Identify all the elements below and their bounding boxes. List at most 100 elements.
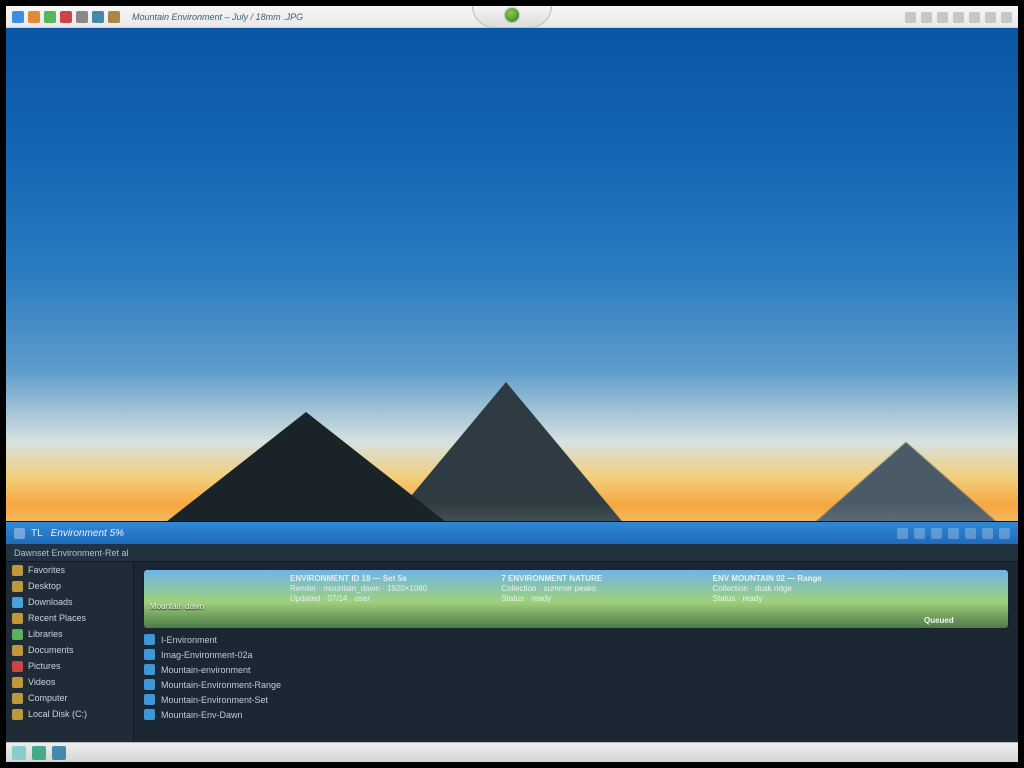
file-icon [144,679,155,690]
file-row[interactable]: Mountain-Environment-Set [144,692,394,707]
file-name: Mountain-Environment-Set [161,695,268,705]
titlebar-center-tab[interactable] [472,6,552,28]
explorer-titlebar[interactable]: TL Environment 5% [6,522,1018,544]
file-icon [144,649,155,660]
tool-icon[interactable] [914,528,925,539]
minimize-icon[interactable] [965,528,976,539]
breadcrumb-text: Dawnset Environment-Ret al [14,548,129,558]
taskbar-pin[interactable] [32,746,46,760]
explorer-body: Favorites Desktop Downloads Recent Place… [6,562,1018,742]
nav-item[interactable]: Pictures [6,658,133,674]
nav-label: Computer [28,693,68,703]
card-line: Status · ready [501,594,690,604]
nav-item[interactable]: Computer [6,690,133,706]
explorer-content: Mountain dawn ENVIRONMENT ID 18 — Set 5a… [134,562,1018,742]
doc-icon [12,645,23,656]
explorer-window: TL Environment 5% Dawnset Environment-Re… [6,522,1018,742]
file-icon [144,634,155,645]
nav-item[interactable]: Recent Places [6,610,133,626]
video-icon [12,677,23,688]
file-list: I-Environment Imag-Environment-02a Mount… [144,632,394,722]
titlebar-icon-row [12,11,120,23]
tray-icon[interactable] [953,12,964,23]
window-title: Mountain Environment – July / 18mm .JPG [132,12,303,22]
nav-label: Favorites [28,565,65,575]
nav-label: Libraries [28,629,63,639]
file-name: Imag-Environment-02a [161,650,253,660]
folder-icon [12,581,23,592]
nav-label: Desktop [28,581,61,591]
nav-item[interactable]: Local Disk (C:) [6,706,133,722]
tool-icon[interactable] [948,528,959,539]
toolbar-icon[interactable] [60,11,72,23]
toolbar-icon[interactable] [108,11,120,23]
card-line: Updated · 07/14 · user [290,594,479,604]
toolbar-icon[interactable] [44,11,56,23]
file-name: Mountain-Environment-Range [161,680,281,690]
nav-item[interactable]: Documents [6,642,133,658]
file-name: Mountain-Env-Dawn [161,710,243,720]
file-row[interactable]: Mountain-Environment-Range [144,677,394,692]
card-heading: ENVIRONMENT ID 18 — Set 5a [290,574,479,584]
file-row[interactable]: Mountain-Env-Dawn [144,707,394,722]
thumbnail-caption: Mountain dawn [150,602,204,612]
nav-item[interactable]: Favorites [6,562,133,578]
computer-icon [12,693,23,704]
nav-item[interactable]: Videos [6,674,133,690]
card-line: Collection · dusk ridge [713,584,902,594]
file-name: I-Environment [161,635,217,645]
folder-icon [14,528,25,539]
os-taskbar [6,742,1018,762]
explorer-title-prefix: TL [31,528,43,539]
tool-icon[interactable] [931,528,942,539]
clock-icon [12,613,23,624]
file-row[interactable]: Mountain-environment [144,662,394,677]
taskbar-pin[interactable] [52,746,66,760]
nav-item[interactable]: Desktop [6,578,133,594]
tool-icon[interactable] [897,528,908,539]
image-icon [12,661,23,672]
toolbar-icon[interactable] [28,11,40,23]
nav-label: Recent Places [28,613,86,623]
tray-icon[interactable] [921,12,932,23]
tray-icon[interactable] [905,12,916,23]
window-titlebar: Mountain Environment – July / 18mm .JPG [6,6,1018,28]
disk-icon [12,709,23,720]
card-line: Status · ready [713,594,902,604]
app-icon[interactable] [12,11,24,23]
explorer-title: Environment 5% [51,528,124,539]
preview-thumbnail-card[interactable]: Mountain dawn [144,570,274,616]
explorer-navpane: Favorites Desktop Downloads Recent Place… [6,562,134,742]
nav-label: Local Disk (C:) [28,709,87,719]
library-icon [12,629,23,640]
close-icon[interactable] [999,528,1010,539]
start-button[interactable] [12,746,26,760]
download-icon [12,597,23,608]
globe-icon [505,8,519,22]
file-row[interactable]: I-Environment [144,632,394,647]
file-icon [144,709,155,720]
tray-icon[interactable] [937,12,948,23]
card-line: Render · mountain_dawn · 1920×1080 [290,584,479,594]
toolbar-icon[interactable] [76,11,88,23]
screen-frame: Mountain Environment – July / 18mm .JPG … [6,6,1018,762]
maximize-icon[interactable] [985,12,996,23]
nav-label: Videos [28,677,55,687]
file-icon [144,694,155,705]
file-icon [144,664,155,675]
file-row[interactable]: Imag-Environment-02a [144,647,394,662]
explorer-breadcrumb[interactable]: Dawnset Environment-Ret al [6,544,1018,562]
card-row: Mountain dawn ENVIRONMENT ID 18 — Set 5a… [144,570,1008,628]
card-line: Collection · summer peaks [501,584,690,594]
card-heading: 7 ENVIRONMENT NATURE [501,574,690,584]
file-name: Mountain-environment [161,665,251,675]
star-icon [12,565,23,576]
close-icon[interactable] [1001,12,1012,23]
nav-label: Pictures [28,661,61,671]
card-heading: ENV MOUNTAIN 02 — Range [713,574,902,584]
minimize-icon[interactable] [969,12,980,23]
toolbar-icon[interactable] [92,11,104,23]
nav-item[interactable]: Libraries [6,626,133,642]
maximize-icon[interactable] [982,528,993,539]
nav-item[interactable]: Downloads [6,594,133,610]
